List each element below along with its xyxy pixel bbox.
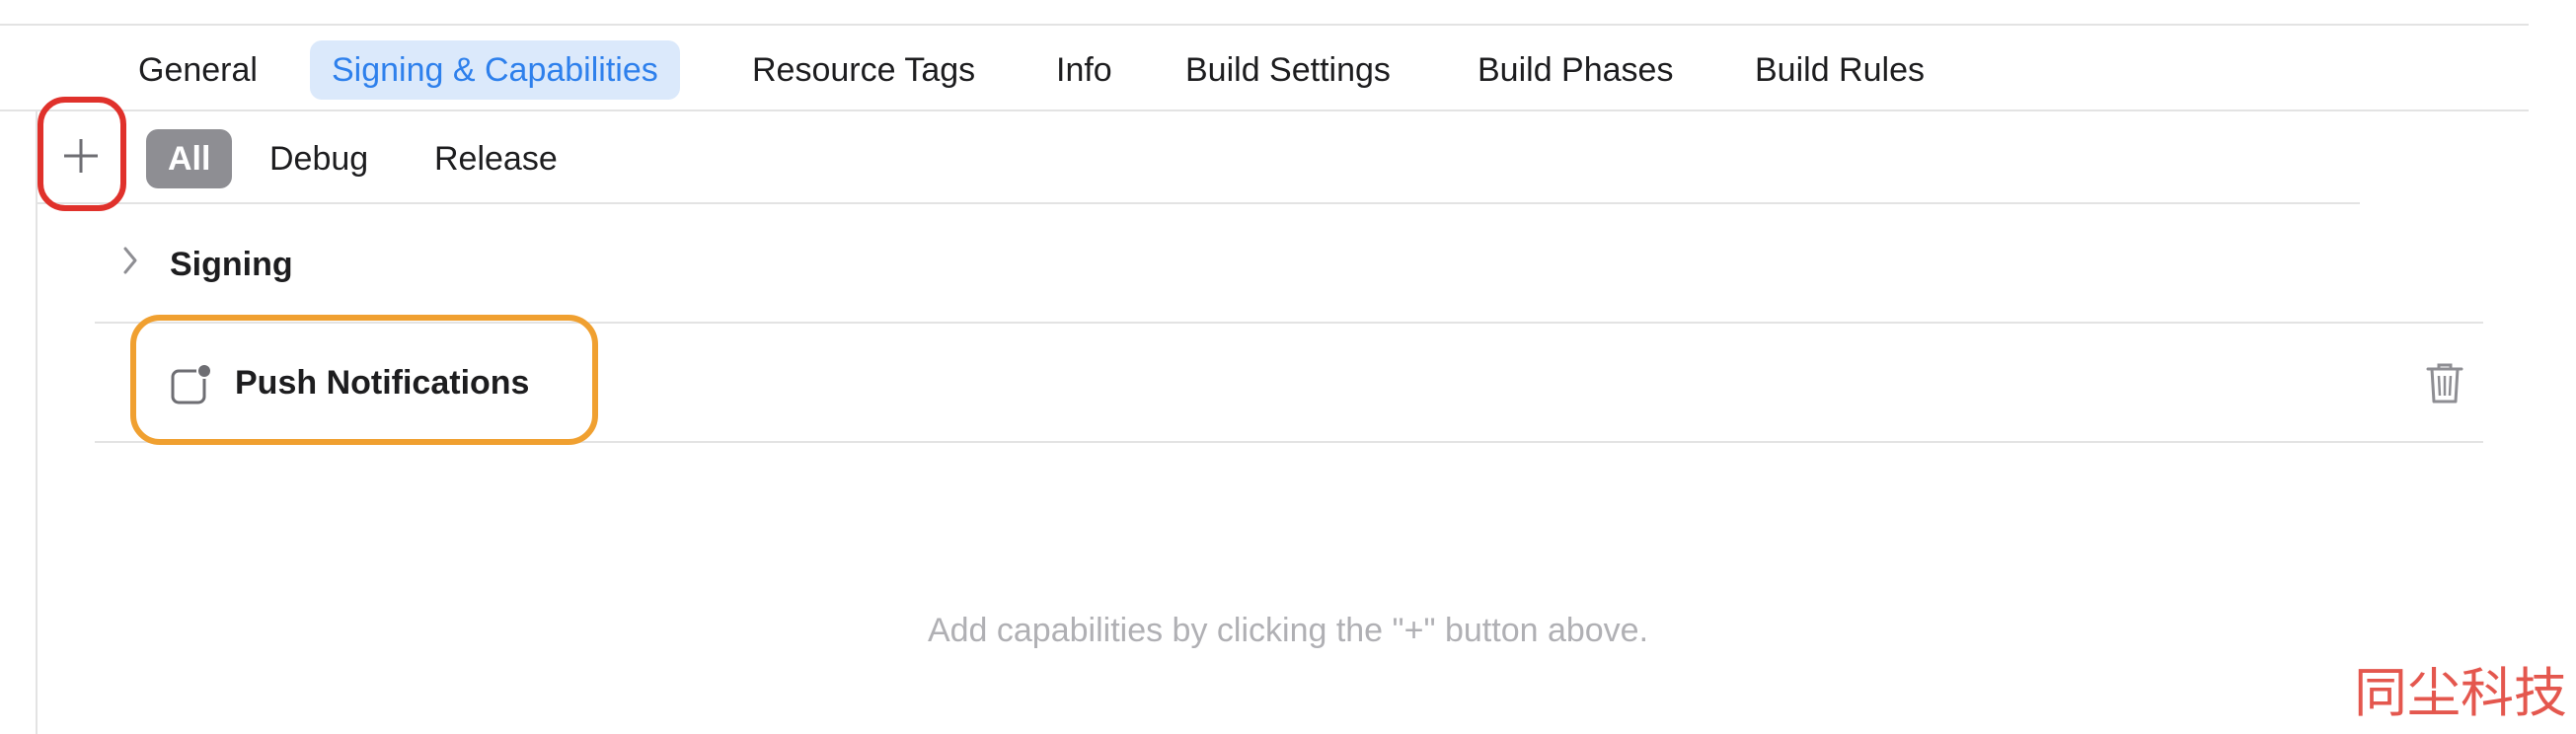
tab-build-phases[interactable]: Build Phases bbox=[1477, 40, 1673, 100]
config-release[interactable]: Release bbox=[434, 129, 558, 188]
config-row-divider bbox=[36, 202, 2360, 204]
trash-icon[interactable] bbox=[2426, 361, 2463, 404]
chevron-right-icon[interactable] bbox=[120, 245, 140, 276]
signing-section-title: Signing bbox=[170, 246, 293, 283]
watermark-text: 同尘科技 bbox=[2354, 662, 2567, 724]
tab-resource-tags[interactable]: Resource Tags bbox=[752, 40, 975, 100]
plus-icon bbox=[64, 139, 98, 173]
tabbar-divider bbox=[0, 110, 2529, 111]
top-border bbox=[0, 24, 2529, 26]
tab-signing-capabilities[interactable]: Signing & Capabilities bbox=[310, 40, 680, 100]
tab-info[interactable]: Info bbox=[1056, 40, 1112, 100]
push-notifications-title: Push Notifications bbox=[235, 364, 530, 402]
tab-build-rules[interactable]: Build Rules bbox=[1755, 40, 1925, 100]
config-all[interactable]: All bbox=[146, 129, 233, 188]
signing-row-divider bbox=[95, 322, 2483, 324]
notification-badge-icon bbox=[171, 363, 212, 404]
tab-build-settings[interactable]: Build Settings bbox=[1185, 40, 1391, 100]
empty-state-hint: Add capabilities by clicking the "+" but… bbox=[927, 612, 1649, 649]
tab-general[interactable]: General bbox=[138, 40, 258, 100]
push-row-divider bbox=[95, 441, 2483, 443]
add-capability-button[interactable] bbox=[51, 126, 111, 185]
config-debug[interactable]: Debug bbox=[269, 129, 368, 188]
